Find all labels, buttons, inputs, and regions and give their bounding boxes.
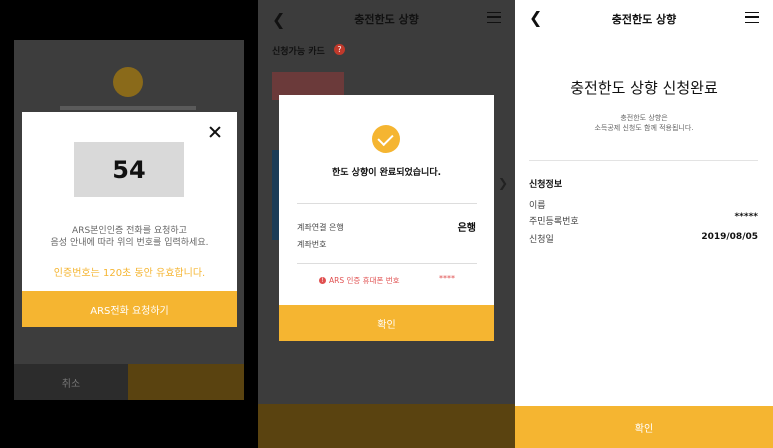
help-icon[interactable]: ?: [334, 44, 345, 55]
divider: [529, 160, 758, 161]
background-ok-button: [128, 364, 244, 400]
ars-auth-modal: 54 ARS본인인증 전화를 요청하고 음성 안내에 따라 위의 번호를 입력하…: [22, 112, 237, 327]
ars-call-request-button[interactable]: ARS전화 요청하기: [22, 291, 237, 327]
background-coin-icon: [113, 67, 143, 97]
note-line1: 충전한도 상향은: [620, 114, 668, 122]
completion-heading: 충전한도 상향 신청완료: [570, 79, 718, 97]
auth-code-box: 54: [74, 142, 184, 197]
divider: [297, 203, 477, 204]
ars-phone-label: ARS 인증 휴대폰 번호: [329, 276, 400, 285]
rrn-value: *****: [734, 212, 758, 222]
note-line2: 소득공제 신청도 함께 적용됩니다.: [594, 124, 694, 132]
validity-notice: 인증번호는 120초 동안 유효합니다.: [53, 268, 206, 279]
header: ❮ 충전한도 상향: [258, 0, 515, 36]
background-cancel-button: 취소: [14, 364, 128, 400]
close-icon[interactable]: [209, 126, 221, 138]
limit-complete-screen: ❮ 충전한도 상향 신청가능 카드 ? ❯ 한도 상향이 완료되었습니다. 계좌…: [258, 0, 515, 448]
account-bank-label: 계좌연결 은행: [297, 223, 344, 232]
background-apply-button: [258, 404, 515, 448]
auth-description-line2: 음성 안내에 따라 위의 번호를 입력하세요.: [50, 238, 209, 248]
page-title: 충전한도 상향: [611, 13, 677, 26]
ars-auth-screen: 취소 54 ARS본인인증 전화를 요청하고 음성 안내에 따라 위의 번호를 …: [0, 0, 258, 448]
application-complete-screen: ❮ 충전한도 상향 충전한도 상향 신청완료 충전한도 상향은 소득공제 신청도…: [515, 0, 773, 448]
date-value: 2019/08/05: [701, 232, 758, 242]
rrn-label: 주민등록번호: [529, 217, 579, 227]
auth-description-line1: ARS본인인증 전화를 요청하고: [72, 226, 187, 236]
confirm-button[interactable]: 확인: [515, 406, 773, 448]
complete-message: 한도 상향이 완료되었습니다.: [331, 168, 442, 178]
eligible-cards-label: 신청가능 카드: [272, 47, 325, 57]
page-title: 충전한도 상향: [354, 13, 419, 26]
name-label: 이름: [529, 201, 546, 211]
ars-phone-value: ****: [439, 274, 455, 283]
confirm-button[interactable]: 확인: [279, 305, 494, 341]
date-label: 신청일: [529, 235, 554, 245]
section-title: 신청정보: [529, 180, 563, 190]
ars-phone-warning: ! ARS 인증 휴대폰 번호: [319, 275, 400, 286]
divider: [297, 263, 477, 264]
menu-icon[interactable]: [745, 12, 759, 23]
account-bank-value: 은행: [457, 223, 476, 234]
limit-complete-modal: 한도 상향이 완료되었습니다. 계좌연결 은행 은행 계좌번호 ! ARS 인증…: [279, 95, 494, 341]
alert-icon: !: [319, 277, 326, 284]
check-icon: [372, 125, 400, 153]
chevron-right-icon[interactable]: ❯: [498, 176, 508, 190]
background-text-line: [60, 106, 196, 110]
account-number-label: 계좌번호: [297, 240, 327, 249]
menu-icon[interactable]: [487, 12, 501, 23]
